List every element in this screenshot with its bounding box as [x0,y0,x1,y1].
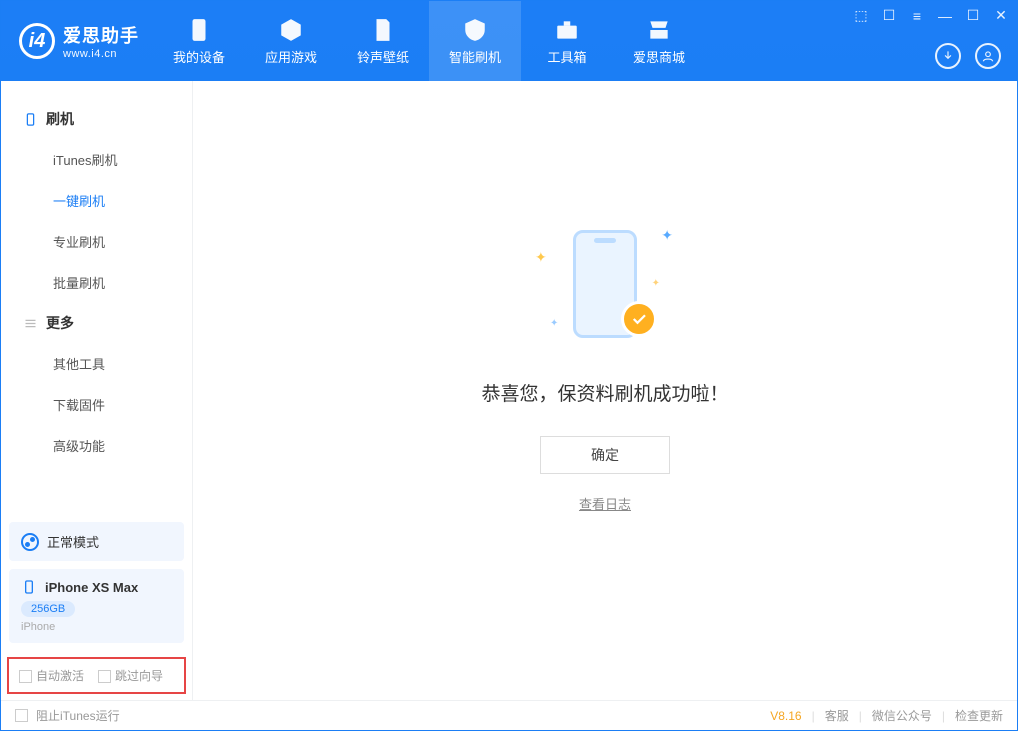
sidebar-item-download-firmware[interactable]: 下载固件 [1,384,192,425]
header-actions [935,43,1001,69]
sidebar-group-more[interactable]: 更多 [1,303,192,343]
window-controls: ⬚ ☐ ≡ — ☐ ✕ [853,7,1009,24]
top-tabs: 我的设备 应用游戏 铃声壁纸 智能刷机 工具箱 爱思商城 [153,1,705,81]
group-title: 刷机 [46,109,74,129]
sparkle-icon: ✦ [550,318,558,329]
minimize-button[interactable]: — [937,8,953,24]
app-logo: i4 爱思助手 www.i4.cn [1,1,153,81]
tab-ringtones-wallpapers[interactable]: 铃声壁纸 [337,1,429,81]
sidebar: 刷机 iTunes刷机 一键刷机 专业刷机 批量刷机 更多 其他工具 下载固件 … [1,81,193,700]
check-badge-icon [621,301,657,337]
sidebar-item-other-tools[interactable]: 其他工具 [1,343,192,384]
phone-icon [21,579,37,595]
option-label: 跳过向导 [115,669,163,683]
account-button[interactable] [975,43,1001,69]
group-title: 更多 [46,313,74,333]
cube-icon [278,17,304,43]
tab-label: 工具箱 [547,47,586,66]
tab-store[interactable]: 爱思商城 [613,1,705,81]
success-message: 恭喜您，保资料刷机成功啦！ [481,379,728,406]
tab-label: 应用游戏 [265,47,317,66]
flash-options-box: 自动激活 跳过向导 [7,657,186,694]
close-button[interactable]: ✕ [993,7,1009,24]
tab-label: 铃声壁纸 [357,47,409,66]
app-url: www.i4.cn [63,48,139,60]
success-illustration: ✦ ✦ ✦ ✦ [515,209,695,359]
tshirt-icon[interactable]: ⬚ [853,7,869,24]
lock-icon[interactable]: ☐ [881,7,897,24]
maximize-button[interactable]: ☐ [965,7,981,24]
app-header: i4 爱思助手 www.i4.cn 我的设备 应用游戏 铃声壁纸 智能刷机 工具… [1,1,1017,81]
checkmark-icon [630,310,648,328]
ok-button[interactable]: 确定 [540,436,670,474]
mode-label: 正常模式 [47,532,99,551]
menu-icon[interactable]: ≡ [909,8,925,24]
mode-card[interactable]: 正常模式 [9,522,184,561]
checkbox-icon [19,670,32,683]
separator: | [859,709,862,723]
main-content: ✦ ✦ ✦ ✦ 恭喜您，保资料刷机成功啦！ 确定 查看日志 [193,81,1017,700]
view-log-link[interactable]: 查看日志 [579,494,631,513]
auto-activate-option[interactable]: 自动激活 [19,667,84,684]
logo-icon: i4 [19,23,55,59]
sidebar-item-pro-flash[interactable]: 专业刷机 [1,221,192,262]
check-update-link[interactable]: 检查更新 [955,707,1003,724]
sidebar-item-itunes-flash[interactable]: iTunes刷机 [1,139,192,180]
user-icon [981,49,995,63]
download-button[interactable] [935,43,961,69]
tab-toolbox[interactable]: 工具箱 [521,1,613,81]
sparkle-icon: ✦ [661,227,673,244]
checkbox-icon [98,670,111,683]
app-name: 爱思助手 [63,22,139,48]
stop-itunes-label[interactable]: 阻止iTunes运行 [36,707,120,724]
separator: | [812,709,815,723]
sidebar-item-oneclick-flash[interactable]: 一键刷机 [1,180,192,221]
sparkle-icon: ✦ [652,278,660,289]
sparkle-icon: ✦ [535,249,547,266]
sidebar-group-flash[interactable]: 刷机 [1,99,192,139]
option-label: 自动激活 [36,669,84,683]
list-icon [23,316,38,331]
phone-icon [186,17,212,43]
wechat-link[interactable]: 微信公众号 [872,707,932,724]
download-icon [941,49,955,63]
tab-my-device[interactable]: 我的设备 [153,1,245,81]
footer: 阻止iTunes运行 V8.16 | 客服 | 微信公众号 | 检查更新 [1,700,1017,730]
skip-wizard-option[interactable]: 跳过向导 [98,667,163,684]
tab-label: 智能刷机 [449,47,501,66]
mode-icon [21,533,39,551]
tab-flash[interactable]: 智能刷机 [429,1,521,81]
toolbox-icon [554,17,580,43]
music-file-icon [370,17,396,43]
sidebar-item-batch-flash[interactable]: 批量刷机 [1,262,192,303]
tab-label: 我的设备 [173,47,225,66]
tab-apps-games[interactable]: 应用游戏 [245,1,337,81]
device-card[interactable]: iPhone XS Max 256GB iPhone [9,569,184,643]
device-name: iPhone XS Max [45,580,138,595]
device-icon [23,112,38,127]
sidebar-item-advanced[interactable]: 高级功能 [1,425,192,466]
store-icon [646,17,672,43]
support-link[interactable]: 客服 [825,707,849,724]
version-label: V8.16 [770,709,801,723]
checkbox-icon[interactable] [15,709,28,722]
separator: | [942,709,945,723]
refresh-shield-icon [462,17,488,43]
capacity-badge: 256GB [21,601,75,617]
device-subtype: iPhone [21,621,172,633]
tab-label: 爱思商城 [633,47,685,66]
